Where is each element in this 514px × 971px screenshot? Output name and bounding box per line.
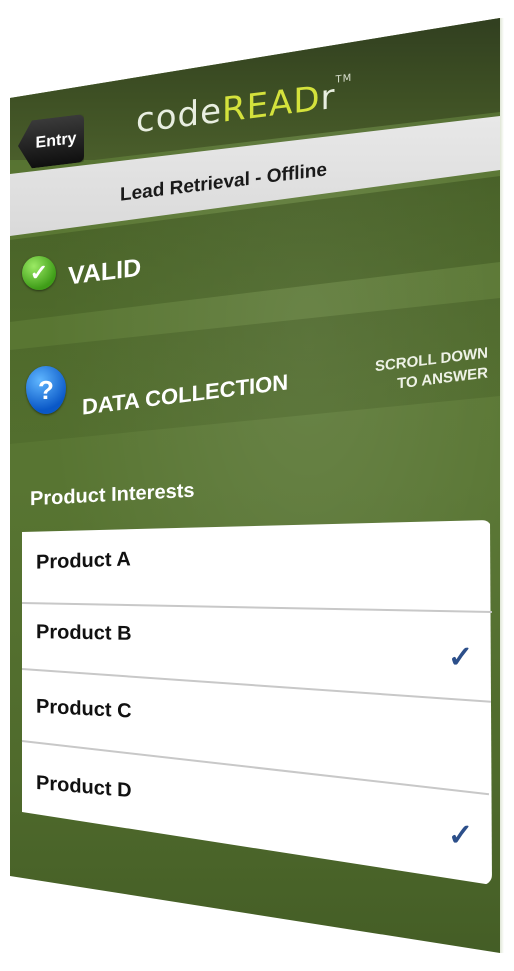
list-item-label: Product A [36,548,131,574]
checkmark-icon: ✓ [448,641,474,674]
logo-suffix: r [320,76,336,119]
list-item-label: Product B [36,621,132,645]
list-item-label: Product C [36,695,132,723]
back-button-label: Entry [35,129,77,152]
list-item-label: Product D [36,771,132,803]
trademark-mark: TM [335,72,353,86]
checkmark-icon: ✓ [448,819,474,852]
list-item-product-d[interactable]: Product D ✓ [0,770,514,852]
checkmark-circle-icon: ✓ [22,256,56,290]
list-item-product-a[interactable]: Product A [0,544,514,604]
list-item-product-b[interactable]: Product B ✓ [0,618,514,678]
